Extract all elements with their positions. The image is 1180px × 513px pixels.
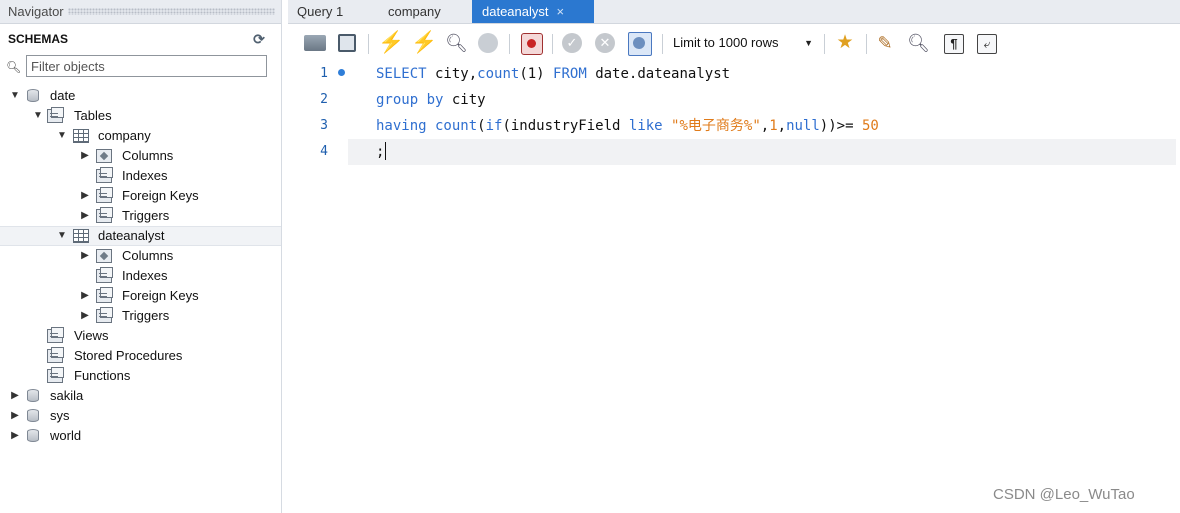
database-icon bbox=[27, 389, 39, 402]
tree-item-stored-procedures[interactable]: Stored Procedures bbox=[0, 346, 281, 366]
commit-icon[interactable]: ✓ bbox=[562, 33, 582, 53]
tree-item-triggers[interactable]: ▶ Triggers bbox=[0, 306, 281, 326]
collapse-arrow-icon[interactable]: ▶ bbox=[10, 431, 20, 441]
invisible-chars-icon[interactable]: ¶ bbox=[944, 34, 964, 54]
folder-icon bbox=[47, 327, 64, 343]
sql-editor[interactable]: 1 2 3 4 SELECT city,count(1) FROM date.d… bbox=[288, 60, 1180, 513]
tree-item-date[interactable]: ▼ date bbox=[0, 86, 281, 106]
line-number: 3 bbox=[320, 118, 328, 133]
folder-icon bbox=[96, 267, 113, 283]
tree-item-sakila[interactable]: ▶ sakila bbox=[0, 386, 281, 406]
tab-query-1[interactable]: Query 1 bbox=[297, 0, 343, 23]
tree-item-indexes[interactable]: Indexes bbox=[0, 166, 281, 186]
collapse-arrow-icon[interactable]: ▶ bbox=[80, 211, 90, 221]
refresh-icon[interactable]: ⟳ bbox=[251, 31, 267, 47]
tree-item-triggers[interactable]: ▶ Triggers bbox=[0, 206, 281, 226]
tree-item-foreign-keys[interactable]: ▶ Foreign Keys bbox=[0, 286, 281, 306]
tree-item-world[interactable]: ▶ world bbox=[0, 426, 281, 446]
save-icon[interactable] bbox=[338, 34, 356, 52]
tree-item-sys[interactable]: ▶ sys bbox=[0, 406, 281, 426]
folder-icon bbox=[96, 287, 113, 303]
execute-icon[interactable]: ⚡ bbox=[378, 32, 404, 54]
collapse-arrow-icon[interactable]: ▶ bbox=[80, 291, 90, 301]
schemas-label: SCHEMAS bbox=[8, 32, 69, 46]
database-icon bbox=[27, 89, 39, 102]
close-tab-icon[interactable]: × bbox=[557, 0, 571, 23]
tree-item-foreign-keys[interactable]: ▶ Foreign Keys bbox=[0, 186, 281, 206]
stop-on-error-icon[interactable] bbox=[521, 33, 543, 55]
grip-handle[interactable] bbox=[67, 8, 275, 15]
collapse-arrow-icon[interactable]: ▶ bbox=[80, 191, 90, 201]
table-icon bbox=[73, 229, 89, 243]
folder-icon bbox=[47, 367, 64, 383]
tree-item-columns[interactable]: ▶ Columns bbox=[0, 146, 281, 166]
line-number: 4 bbox=[320, 144, 328, 159]
chevron-down-icon: ▼ bbox=[804, 38, 813, 48]
code-line-1[interactable]: SELECT city,count(1) FROM date.dateanaly… bbox=[376, 61, 730, 87]
text-caret bbox=[385, 142, 387, 160]
tree-item-views[interactable]: Views bbox=[0, 326, 281, 346]
collapse-arrow-icon[interactable]: ▶ bbox=[10, 391, 20, 401]
folder-icon bbox=[47, 347, 64, 363]
limit-rows-select[interactable]: Limit to 1000 rows ▼ bbox=[673, 32, 819, 54]
rollback-icon[interactable]: ✕ bbox=[595, 33, 615, 53]
sql-toolbar: ⚡ ⚡ 🔍︎ ✓ ✕ Limit to 1000 rows ▼ ★ ✎ 🔍︎ ¶ … bbox=[288, 24, 1180, 60]
word-wrap-icon[interactable]: ⤶ bbox=[977, 34, 997, 54]
tree-item-functions[interactable]: Functions bbox=[0, 366, 281, 386]
open-file-icon[interactable] bbox=[304, 35, 326, 51]
columns-icon bbox=[96, 249, 112, 263]
line-number: 2 bbox=[320, 92, 328, 107]
tab-company[interactable]: company bbox=[388, 0, 441, 23]
stop-icon[interactable] bbox=[478, 33, 498, 53]
tree-item-dateanalyst[interactable]: ▼ dateanalyst bbox=[0, 226, 281, 246]
schema-tree: ▼ date ▼ Tables ▼ company ▶ Columns Inde… bbox=[0, 86, 281, 446]
expand-arrow-icon[interactable]: ▼ bbox=[57, 231, 67, 241]
autocommit-icon[interactable] bbox=[628, 32, 652, 56]
columns-icon bbox=[96, 149, 112, 163]
folder-icon bbox=[96, 207, 113, 223]
expand-arrow-icon[interactable]: ▼ bbox=[57, 131, 67, 141]
folder-icon bbox=[47, 107, 64, 123]
code-line-2[interactable]: group by city bbox=[376, 87, 486, 113]
folder-icon bbox=[96, 307, 113, 323]
folder-icon bbox=[96, 167, 113, 183]
tree-item-indexes[interactable]: Indexes bbox=[0, 266, 281, 286]
collapse-arrow-icon[interactable]: ▶ bbox=[80, 151, 90, 161]
database-icon bbox=[27, 429, 39, 442]
tree-item-company[interactable]: ▼ company bbox=[0, 126, 281, 146]
filter-objects-input[interactable] bbox=[26, 55, 267, 77]
code-line-3[interactable]: having count(if(industryField like "%电子商… bbox=[376, 113, 879, 139]
watermark: CSDN @Leo_WuTao bbox=[993, 486, 1135, 503]
collapse-arrow-icon[interactable]: ▶ bbox=[80, 251, 90, 261]
beautify-icon[interactable]: ✎ bbox=[874, 32, 896, 54]
find-icon[interactable]: 🔍︎ bbox=[907, 32, 930, 54]
collapse-arrow-icon[interactable]: ▶ bbox=[80, 311, 90, 321]
filter-bar: 🔍︎ bbox=[0, 54, 281, 84]
expand-arrow-icon[interactable]: ▼ bbox=[33, 111, 43, 121]
line-number-gutter: 1 2 3 4 bbox=[288, 60, 348, 513]
explain-icon[interactable]: 🔍︎ bbox=[445, 32, 468, 54]
statement-marker-icon bbox=[338, 69, 345, 76]
search-icon: 🔍︎ bbox=[6, 60, 22, 74]
editor-tab-bar: Query 1 company dateanalyst × bbox=[288, 0, 1180, 24]
add-snippet-icon[interactable]: ★ bbox=[834, 32, 856, 54]
current-line-highlight bbox=[348, 139, 1176, 165]
navigator-header: Navigator bbox=[0, 0, 281, 24]
collapse-arrow-icon[interactable]: ▶ bbox=[10, 411, 20, 421]
tab-dateanalyst[interactable]: dateanalyst × bbox=[472, 0, 594, 23]
table-icon bbox=[73, 129, 89, 143]
code-line-4[interactable]: ; bbox=[376, 139, 387, 165]
tree-item-tables[interactable]: ▼ Tables bbox=[0, 106, 281, 126]
folder-icon bbox=[96, 187, 113, 203]
expand-arrow-icon[interactable]: ▼ bbox=[10, 91, 20, 101]
navigator-title: Navigator bbox=[8, 4, 64, 19]
schemas-section-header: SCHEMAS ⟳ bbox=[0, 24, 281, 54]
database-icon bbox=[27, 409, 39, 422]
execute-current-icon[interactable]: ⚡ bbox=[411, 32, 437, 54]
navigator-panel: Navigator SCHEMAS ⟳ 🔍︎ ▼ date ▼ Tables ▼… bbox=[0, 0, 282, 513]
line-number: 1 bbox=[320, 66, 328, 81]
tree-item-columns[interactable]: ▶ Columns bbox=[0, 246, 281, 266]
